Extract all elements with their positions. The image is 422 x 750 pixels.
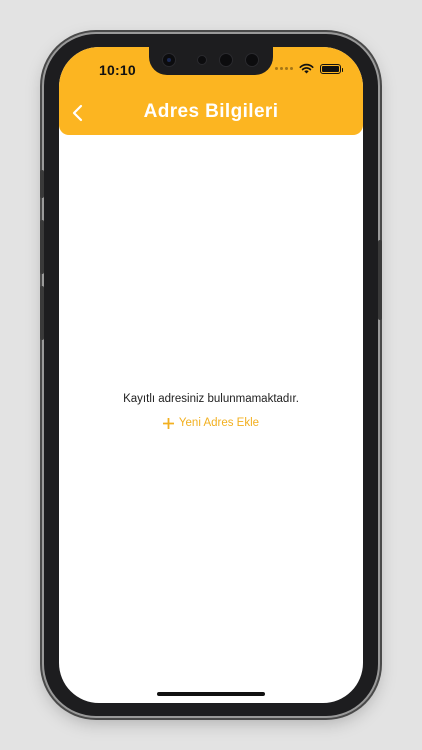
status-time: 10:10	[99, 62, 136, 78]
notch	[149, 47, 273, 75]
sensor-icon	[197, 55, 207, 65]
empty-state-message: Kayıtlı adresiniz bulunmamaktadır.	[123, 393, 299, 405]
wifi-icon	[299, 63, 314, 74]
add-address-label: Yeni Adres Ekle	[178, 417, 260, 429]
silent-switch	[40, 170, 44, 198]
status-icons	[275, 63, 343, 74]
front-camera-icon	[162, 53, 176, 67]
page-title: Adres Bilgileri	[143, 101, 279, 122]
app-header: 10:10 Adres Bilgileri	[59, 47, 363, 135]
power-button	[378, 240, 382, 320]
add-address-button[interactable]: Yeni Adres Ekle	[59, 417, 363, 429]
app-screen: 10:10 Adres Bilgileri Kayıtlı adresiniz …	[59, 47, 363, 703]
sensor-icon	[245, 53, 259, 67]
volume-down-button	[40, 286, 44, 340]
home-indicator[interactable]	[157, 692, 265, 696]
battery-icon	[320, 63, 343, 74]
sensor-icon	[219, 53, 233, 67]
plus-icon	[162, 417, 174, 429]
volume-up-button	[40, 220, 44, 274]
cellular-dots-icon	[275, 67, 293, 70]
